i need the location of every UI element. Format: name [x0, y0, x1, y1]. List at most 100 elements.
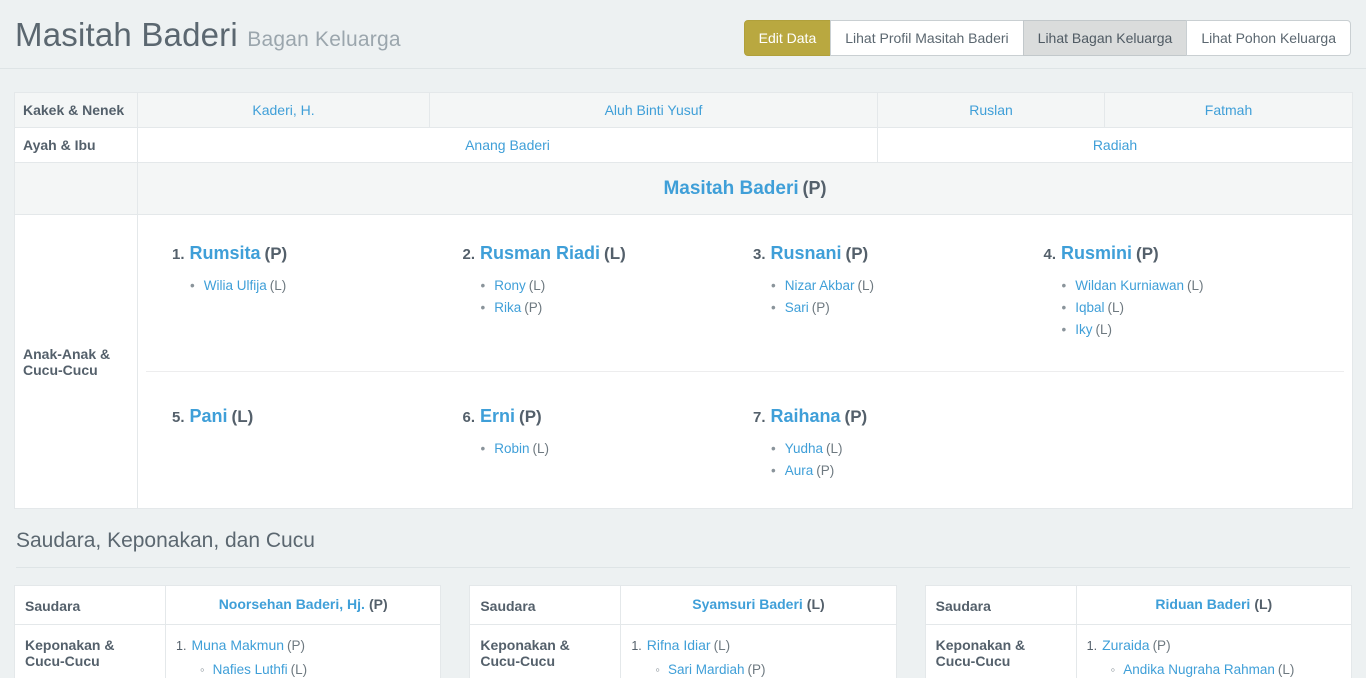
- row-label-sibling: Saudara: [470, 586, 621, 625]
- grandchild-link[interactable]: Wilia Ulfija: [204, 278, 267, 293]
- child-block: 4.Rusmini(P) Wildan Kurniawan(L) Iqbal(L…: [1044, 241, 1335, 371]
- nephews-row: Keponakan & Cucu-Cucu 1.Rifna Idiar(L) S…: [470, 625, 896, 678]
- child-block: 7.Raihana(P) Yudha(L) Aura(P): [753, 404, 1044, 499]
- sibling-link[interactable]: Syamsuri Baderi: [692, 596, 803, 612]
- child-link[interactable]: Rusmini: [1061, 243, 1132, 263]
- grandchild-item: Sari(P): [771, 300, 1044, 315]
- child-number: 3.: [753, 246, 766, 263]
- grandchild-link[interactable]: Iqbal: [1075, 300, 1104, 315]
- children-cell: 1.Rumsita(P) Wilia Ulfija(L) 2.Rusman Ri…: [138, 215, 1353, 509]
- gender-label: (P): [846, 244, 869, 263]
- child-link[interactable]: Rusman Riadi: [480, 243, 600, 263]
- gender-label: (L): [1278, 662, 1295, 677]
- grandparent-link[interactable]: Aluh Binti Yusuf: [605, 102, 703, 118]
- page-subtitle: Bagan Keluarga: [247, 28, 400, 51]
- gender-label: (L): [714, 638, 731, 653]
- parent-link[interactable]: Radiah: [1093, 137, 1137, 153]
- child-link[interactable]: Rumsita: [190, 243, 261, 263]
- page-title-name: Masitah Baderi: [15, 16, 238, 53]
- parent-link[interactable]: Anang Baderi: [465, 137, 550, 153]
- gender-label: (L): [807, 596, 825, 612]
- nephew-link[interactable]: Zuraida: [1102, 637, 1149, 653]
- grandchild-item: Nizar Akbar(L): [771, 278, 1044, 293]
- grandchild-link[interactable]: Rika: [494, 300, 521, 315]
- gender-label: (P): [519, 407, 542, 426]
- grandchild-link[interactable]: Yudha: [785, 441, 823, 456]
- child-number: 6.: [463, 409, 476, 426]
- grandchild-link[interactable]: Wildan Kurniawan: [1075, 278, 1184, 293]
- page-header: Masitah Baderi Bagan Keluarga Edit Data …: [0, 0, 1366, 69]
- gender-label: (P): [747, 662, 765, 677]
- row-label-grandparents: Kakek & Nenek: [15, 93, 138, 128]
- nephew-number: 1.: [631, 639, 641, 653]
- gender-label: (L): [232, 407, 254, 426]
- child-block-empty: [1044, 404, 1335, 499]
- grandchild-item: Yudha(L): [771, 441, 1044, 456]
- gender-label: (P): [812, 300, 830, 315]
- grandparent-link[interactable]: Kaderi, H.: [252, 102, 314, 118]
- view-chart-button[interactable]: Lihat Bagan Keluarga: [1023, 20, 1188, 56]
- children-grid-row-2: 5.Pani(L) 6.Erni(P) Robin(L) 7.Raihana(P…: [146, 371, 1344, 499]
- child-link[interactable]: Erni: [480, 406, 515, 426]
- grandchild-link[interactable]: Iky: [1075, 322, 1092, 337]
- child-link[interactable]: Pani: [190, 406, 228, 426]
- grandparent-link[interactable]: Fatmah: [1205, 102, 1252, 118]
- sibling-table: Saudara Noorsehan Baderi, Hj.(P) Keponak…: [14, 585, 441, 678]
- parents-row: Ayah & Ibu Anang Baderi Radiah: [15, 128, 1353, 163]
- grandchild-item: Rony(L): [481, 278, 754, 293]
- child-number: 1.: [172, 246, 185, 263]
- gender-label: (P): [1136, 244, 1159, 263]
- grandnephew-link[interactable]: Nafies Luthfi: [213, 662, 288, 677]
- grandnephew-item: Sari Mardiah(P): [655, 660, 885, 678]
- parent-cell: Radiah: [878, 128, 1353, 163]
- child-link[interactable]: Rusnani: [771, 243, 842, 263]
- grandparents-row: Kakek & Nenek Kaderi, H. Aluh Binti Yusu…: [15, 93, 1353, 128]
- grandnephew-item: Andika Nugraha Rahman(L): [1111, 660, 1341, 678]
- grandchild-item: Wildan Kurniawan(L): [1062, 278, 1335, 293]
- child-block: 3.Rusnani(P) Nizar Akbar(L) Sari(P): [753, 241, 1044, 371]
- grandparent-cell: Fatmah: [1105, 93, 1353, 128]
- grandparent-cell: Kaderi, H.: [138, 93, 430, 128]
- sibling-table: Saudara Syamsuri Baderi(L) Keponakan & C…: [469, 585, 896, 678]
- gender-label: (P): [265, 244, 288, 263]
- grandparent-cell: Ruslan: [878, 93, 1105, 128]
- grandchild-item: Aura(P): [771, 463, 1044, 478]
- child-block: 1. Rumsita(P) Wilia Ulfija(L): [172, 241, 463, 371]
- grandchild-link[interactable]: Sari: [785, 300, 809, 315]
- grandnephew-link[interactable]: Andika Nugraha Rahman: [1123, 662, 1275, 677]
- grandnephew-link[interactable]: Sari Mardiah: [668, 662, 745, 677]
- sibling-link[interactable]: Noorsehan Baderi, Hj.: [219, 596, 365, 612]
- gender-label: (L): [604, 244, 626, 263]
- nephew-link[interactable]: Muna Makmun: [191, 637, 284, 653]
- row-label-person: [15, 163, 138, 215]
- sibling-tables-container: Saudara Noorsehan Baderi, Hj.(P) Keponak…: [14, 585, 1352, 678]
- sibling-cell: Noorsehan Baderi, Hj.(P): [166, 586, 441, 625]
- grandchild-link[interactable]: Rony: [494, 278, 526, 293]
- sibling-link[interactable]: Riduan Baderi: [1155, 596, 1250, 612]
- child-number: 2.: [463, 246, 476, 263]
- gender-label: (L): [529, 278, 546, 293]
- grandchild-link[interactable]: Nizar Akbar: [785, 278, 855, 293]
- grandnephew-item: Nafies Luthfi(L): [200, 660, 430, 678]
- grandparent-link[interactable]: Ruslan: [969, 102, 1013, 118]
- gender-label: (P): [287, 638, 305, 653]
- edit-data-button[interactable]: Edit Data: [744, 20, 832, 56]
- child-block: 2.Rusman Riadi(L) Rony(L) Rika(P): [463, 241, 754, 371]
- nephews-cell: 1.Zuraida(P) Andika Nugraha Rahman(L): [1076, 625, 1351, 678]
- family-chart-table: Kakek & Nenek Kaderi, H. Aluh Binti Yusu…: [14, 92, 1353, 509]
- gender-label: (L): [1096, 322, 1113, 337]
- nephew-number: 1.: [176, 639, 186, 653]
- row-label-sibling: Saudara: [15, 586, 166, 625]
- grandchild-link[interactable]: Robin: [494, 441, 529, 456]
- nephew-item: 1. Muna Makmun(P) Nafies Luthfi(L): [176, 635, 430, 678]
- view-tree-button[interactable]: Lihat Pohon Keluarga: [1186, 20, 1351, 56]
- view-profile-button[interactable]: Lihat Profil Masitah Baderi: [830, 20, 1023, 56]
- child-link[interactable]: Raihana: [771, 406, 841, 426]
- nephew-link[interactable]: Rifna Idiar: [647, 637, 711, 653]
- gender-label: (L): [270, 278, 287, 293]
- grandchild-link[interactable]: Aura: [785, 463, 814, 478]
- nephews-row: Keponakan & Cucu-Cucu 1.Muna Makmun(P) N…: [15, 625, 441, 678]
- nephew-number: 1.: [1087, 639, 1097, 653]
- person-link[interactable]: Masitah Baderi: [663, 178, 798, 199]
- gender-label: (P): [524, 300, 542, 315]
